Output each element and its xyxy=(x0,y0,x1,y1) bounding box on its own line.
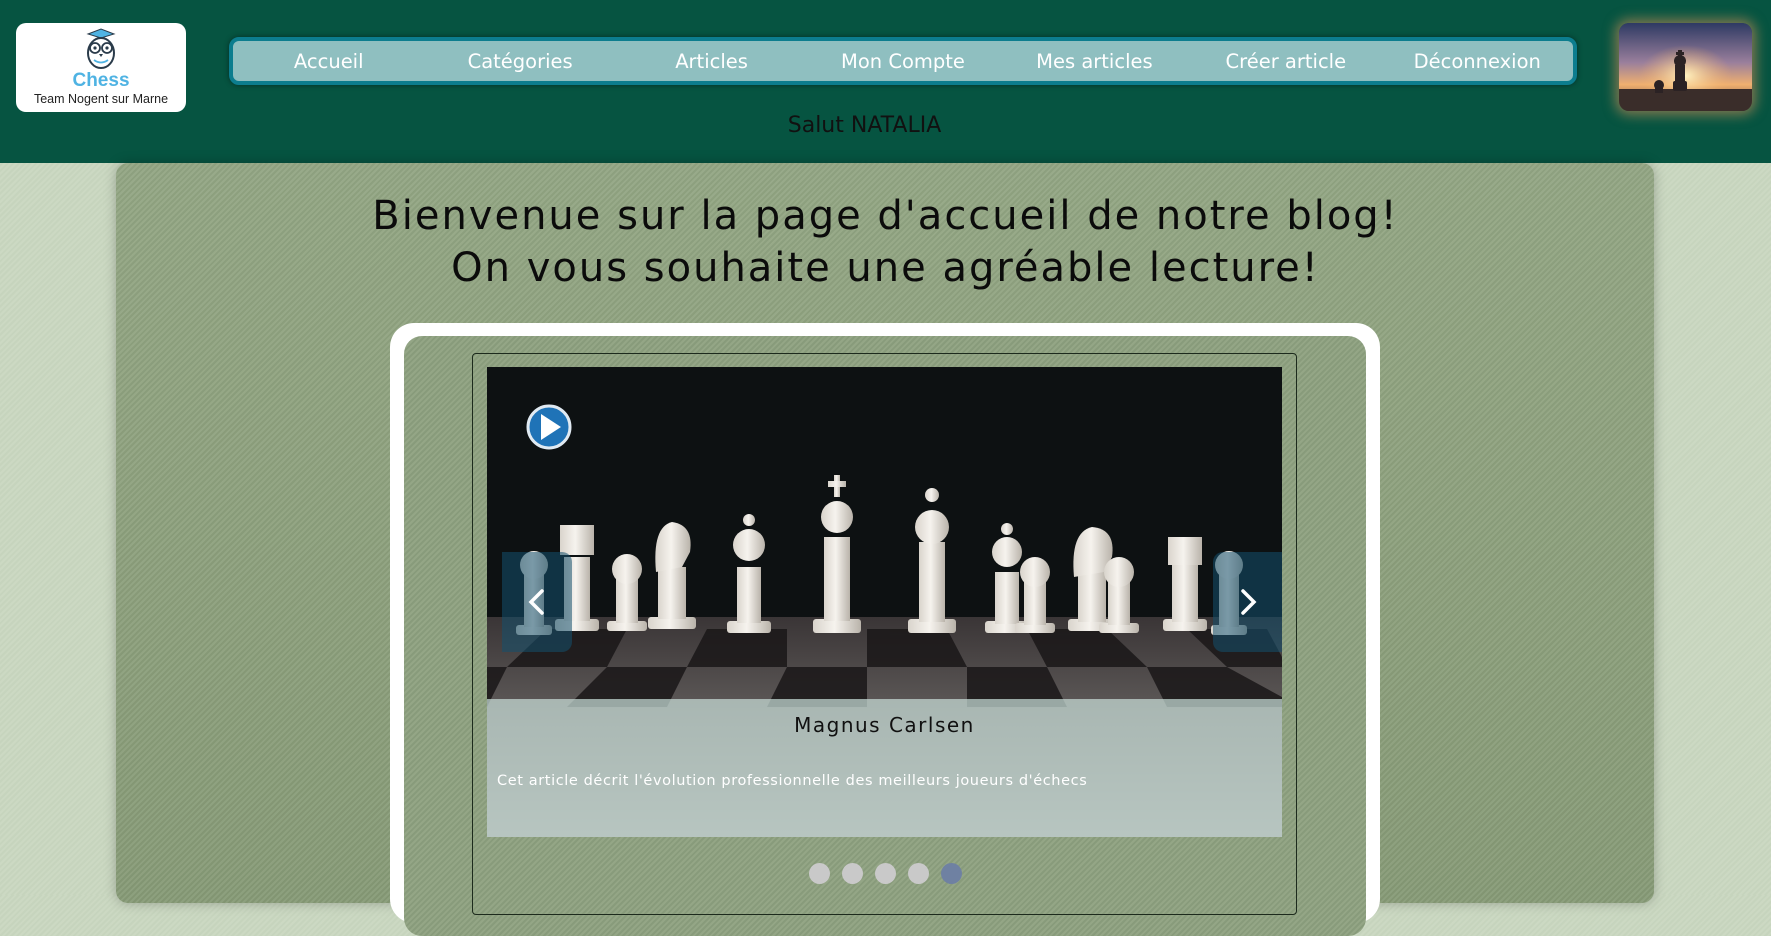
nav-item-deconnexion[interactable]: Déconnexion xyxy=(1382,50,1573,73)
nav-item-mes-articles[interactable]: Mes articles xyxy=(999,50,1190,73)
nav-item-mon-compte[interactable]: Mon Compte xyxy=(807,50,998,73)
owl-logo-icon xyxy=(86,28,116,69)
slide-caption: Magnus Carlsen Cet article décrit l'évol… xyxy=(487,699,1282,837)
welcome-heading: Bienvenue sur la page d'accueil de notre… xyxy=(0,190,1771,294)
slide-title: Magnus Carlsen xyxy=(794,713,975,737)
logo-title: Chess xyxy=(72,70,130,91)
chevron-right-icon xyxy=(1241,589,1257,615)
header-chess-image xyxy=(1619,23,1752,111)
welcome-line-2: On vous souhaite une agréable lecture! xyxy=(451,245,1320,291)
greeting-text: Salut NATALIA xyxy=(787,113,942,138)
carousel-dot-3[interactable] xyxy=(875,863,896,884)
nav-item-accueil[interactable]: Accueil xyxy=(233,50,424,73)
carousel-next-button[interactable] xyxy=(1213,552,1282,652)
carousel-dot-2[interactable] xyxy=(842,863,863,884)
carousel-dot-5[interactable] xyxy=(941,863,962,884)
site-header: Chess Team Nogent sur Marne Accueil Caté… xyxy=(0,0,1771,163)
carousel-slide: Magnus Carlsen Cet article décrit l'évol… xyxy=(487,367,1282,837)
carousel-indicators xyxy=(0,863,1771,884)
logo-subtitle: Team Nogent sur Marne xyxy=(33,92,169,106)
nav-item-categories[interactable]: Catégories xyxy=(424,50,615,73)
carousel-dot-4[interactable] xyxy=(908,863,929,884)
welcome-line-1: Bienvenue sur la page d'accueil de notre… xyxy=(372,193,1399,239)
carousel-dot-1[interactable] xyxy=(809,863,830,884)
slide-description: Cet article décrit l'évolution professio… xyxy=(497,773,1088,789)
chevron-left-icon xyxy=(528,589,544,615)
main-nav: Accueil Catégories Articles Mon Compte M… xyxy=(229,37,1577,85)
carousel-prev-button[interactable] xyxy=(502,552,572,652)
nav-item-articles[interactable]: Articles xyxy=(616,50,807,73)
site-logo[interactable]: Chess Team Nogent sur Marne xyxy=(16,23,186,112)
nav-item-creer-article[interactable]: Créer article xyxy=(1190,50,1381,73)
